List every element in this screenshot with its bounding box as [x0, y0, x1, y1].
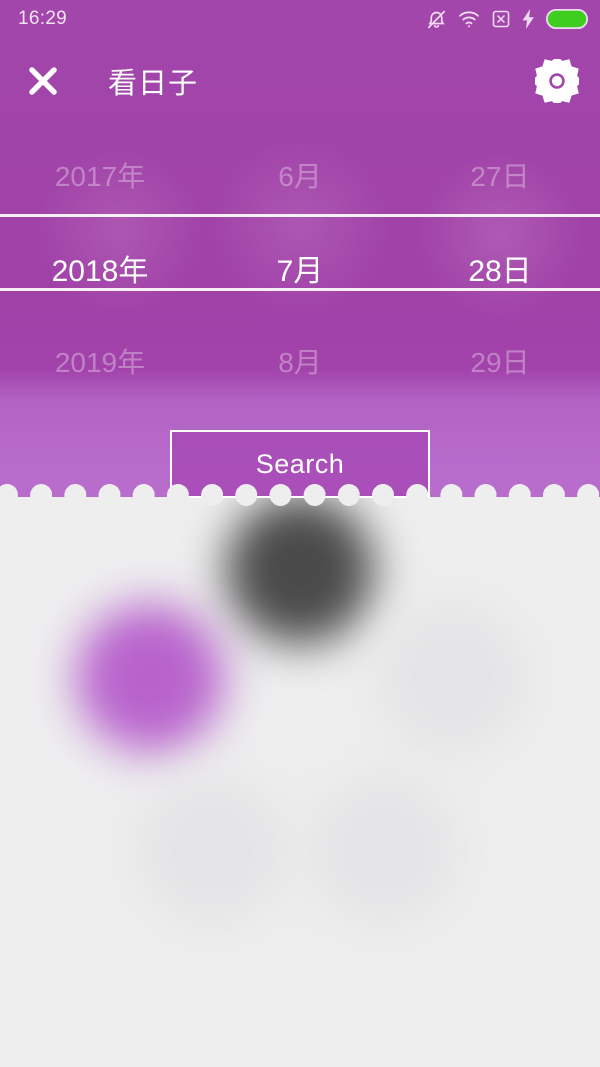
scalloped-edge	[0, 484, 600, 506]
battery-full-icon	[546, 9, 588, 29]
picker-month-selected[interactable]: 7月	[200, 246, 400, 290]
gear-icon	[535, 59, 579, 103]
picker-month-next[interactable]: 8月	[200, 341, 400, 381]
bell-muted-icon	[427, 10, 446, 28]
picker-day-next[interactable]: 29日	[400, 341, 600, 381]
wifi-icon	[459, 11, 479, 28]
status-bar: 16:29	[0, 0, 600, 38]
blurred-circle-purple	[76, 604, 224, 752]
blurred-circle-faint-bottom-left	[138, 776, 286, 924]
picker-selection-line-top	[0, 214, 600, 217]
app-title-bar: 看日子	[0, 38, 600, 124]
status-clock: 16:29	[18, 8, 68, 29]
settings-button[interactable]	[532, 56, 582, 106]
picker-day-previous[interactable]: 27日	[400, 155, 600, 195]
date-picker[interactable]: 2017年 6月 27日 2018年 7月 28日 2019年 8月 29日	[0, 128, 600, 408]
picker-year-selected[interactable]: 2018年	[0, 246, 200, 290]
close-button[interactable]	[20, 58, 66, 104]
blurred-circle-faint-right	[378, 604, 526, 752]
x-box-icon	[492, 10, 510, 28]
charging-bolt-icon	[522, 9, 534, 29]
blurred-circle-dark	[226, 496, 374, 644]
picker-row-previous[interactable]: 2017年 6月 27日	[0, 128, 600, 221]
picker-row-selected[interactable]: 2018年 7月 28日	[0, 221, 600, 314]
picker-selection-line-bottom	[0, 288, 600, 291]
date-picker-panel: 16:29 看日子 2017年 6月 27日 2018年 7月 28日 2019…	[0, 0, 600, 506]
picker-month-previous[interactable]: 6月	[200, 155, 400, 195]
picker-row-next[interactable]: 2019年 8月 29日	[0, 315, 600, 408]
picker-year-previous[interactable]: 2017年	[0, 155, 200, 195]
picker-year-next[interactable]: 2019年	[0, 341, 200, 381]
close-icon	[29, 67, 57, 95]
page-title: 看日子	[108, 68, 199, 100]
status-icon-group	[426, 9, 588, 30]
blurred-circle-faint-bottom-right	[310, 776, 458, 924]
picker-day-selected[interactable]: 28日	[400, 246, 600, 290]
